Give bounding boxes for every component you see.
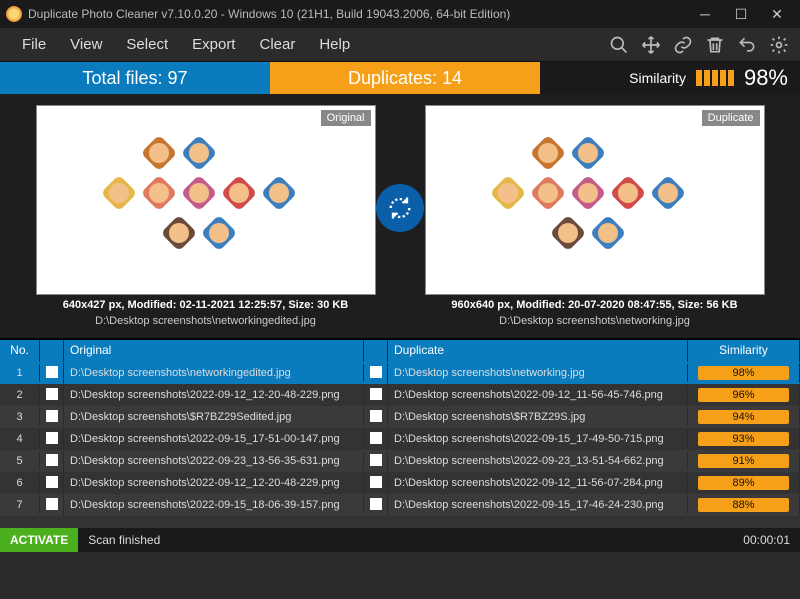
row-check-orig[interactable] bbox=[40, 385, 64, 406]
row-original-path: D:\Desktop screenshots\$R7BZ29Sedited.jp… bbox=[64, 408, 364, 426]
row-check-dup[interactable] bbox=[364, 473, 388, 494]
stat-duplicates: Duplicates: 14 bbox=[270, 62, 540, 94]
col-no[interactable]: No. bbox=[0, 340, 40, 362]
maximize-button[interactable]: ☐ bbox=[724, 3, 758, 25]
row-duplicate-path: D:\Desktop screenshots\2022-09-12_11-56-… bbox=[388, 386, 688, 404]
window-title: Duplicate Photo Cleaner v7.10.0.20 - Win… bbox=[28, 7, 688, 21]
row-similarity: 91% bbox=[688, 451, 800, 471]
row-check-orig[interactable] bbox=[40, 407, 64, 428]
row-duplicate-path: D:\Desktop screenshots\$R7BZ29S.jpg bbox=[388, 408, 688, 426]
undo-icon[interactable] bbox=[736, 34, 758, 56]
app-logo-icon bbox=[6, 6, 22, 22]
move-icon[interactable] bbox=[640, 34, 662, 56]
table-row[interactable]: 6 D:\Desktop screenshots\2022-09-12_12-20… bbox=[0, 472, 800, 494]
trash-icon[interactable] bbox=[704, 34, 726, 56]
elapsed-time: 00:00:01 bbox=[733, 533, 800, 547]
row-check-orig[interactable] bbox=[40, 429, 64, 450]
row-no: 4 bbox=[0, 430, 40, 448]
swap-button[interactable] bbox=[376, 184, 424, 232]
row-check-orig[interactable] bbox=[40, 495, 64, 516]
row-check-dup[interactable] bbox=[364, 495, 388, 516]
row-no: 7 bbox=[0, 496, 40, 514]
table-header: No. Original Duplicate Similarity bbox=[0, 340, 800, 362]
menu-export[interactable]: Export bbox=[180, 36, 247, 53]
row-original-path: D:\Desktop screenshots\2022-09-15_18-06-… bbox=[64, 496, 364, 514]
duplicate-image[interactable]: Duplicate bbox=[425, 105, 765, 295]
row-similarity: 98% bbox=[688, 363, 800, 383]
row-check-dup[interactable] bbox=[364, 363, 388, 384]
table-row[interactable]: 2 D:\Desktop screenshots\2022-09-12_12-20… bbox=[0, 384, 800, 406]
row-similarity: 96% bbox=[688, 385, 800, 405]
stats-bar: Total files: 97 Duplicates: 14 Similarit… bbox=[0, 62, 800, 94]
col-duplicate[interactable]: Duplicate bbox=[388, 340, 688, 362]
row-check-orig[interactable] bbox=[40, 451, 64, 472]
row-similarity: 88% bbox=[688, 495, 800, 515]
menu-view[interactable]: View bbox=[58, 36, 114, 53]
link-icon[interactable] bbox=[672, 34, 694, 56]
row-no: 5 bbox=[0, 452, 40, 470]
row-no: 2 bbox=[0, 386, 40, 404]
original-meta-line2: D:\Desktop screenshots\networkingedited.… bbox=[95, 315, 316, 327]
row-duplicate-path: D:\Desktop screenshots\2022-09-12_11-56-… bbox=[388, 474, 688, 492]
row-similarity: 89% bbox=[688, 473, 800, 493]
stat-similarity: Similarity 98% bbox=[540, 62, 800, 94]
row-no: 3 bbox=[0, 408, 40, 426]
table-row[interactable]: 3 D:\Desktop screenshots\$R7BZ29Sedited.j… bbox=[0, 406, 800, 428]
title-bar: Duplicate Photo Cleaner v7.10.0.20 - Win… bbox=[0, 0, 800, 28]
row-duplicate-path: D:\Desktop screenshots\networking.jpg bbox=[388, 364, 688, 382]
stat-total-files: Total files: 97 bbox=[0, 62, 270, 94]
duplicate-preview: Duplicate 960x640 px, Modified: 20-07-20… bbox=[409, 105, 780, 327]
status-bar: ACTIVATE Scan finished 00:00:01 bbox=[0, 528, 800, 552]
row-duplicate-path: D:\Desktop screenshots\2022-09-15_17-49-… bbox=[388, 430, 688, 448]
original-preview: Original 640x427 px, Modified: 02-11-202… bbox=[20, 105, 391, 327]
table-row[interactable]: 7 D:\Desktop screenshots\2022-09-15_18-06… bbox=[0, 494, 800, 516]
table-row[interactable]: 1 D:\Desktop screenshots\networkingedited… bbox=[0, 362, 800, 384]
menu-select[interactable]: Select bbox=[114, 36, 180, 53]
col-similarity[interactable]: Similarity bbox=[688, 340, 800, 362]
duplicate-meta-line2: D:\Desktop screenshots\networking.jpg bbox=[499, 315, 690, 327]
row-no: 6 bbox=[0, 474, 40, 492]
row-check-dup[interactable] bbox=[364, 451, 388, 472]
duplicate-meta-line1: 960x640 px, Modified: 20-07-2020 08:47:5… bbox=[451, 299, 737, 311]
close-button[interactable]: ✕ bbox=[760, 3, 794, 25]
row-original-path: D:\Desktop screenshots\2022-09-15_17-51-… bbox=[64, 430, 364, 448]
table-row[interactable]: 4 D:\Desktop screenshots\2022-09-15_17-51… bbox=[0, 428, 800, 450]
row-original-path: D:\Desktop screenshots\networkingedited.… bbox=[64, 364, 364, 382]
row-check-dup[interactable] bbox=[364, 429, 388, 450]
gear-icon[interactable] bbox=[768, 34, 790, 56]
col-check-dup[interactable] bbox=[364, 340, 388, 362]
similarity-percent: 98% bbox=[744, 65, 788, 91]
row-check-dup[interactable] bbox=[364, 407, 388, 428]
col-original[interactable]: Original bbox=[64, 340, 364, 362]
preview-zone: Original 640x427 px, Modified: 02-11-202… bbox=[0, 94, 800, 338]
row-original-path: D:\Desktop screenshots\2022-09-12_12-20-… bbox=[64, 386, 364, 404]
similarity-bars-icon bbox=[696, 70, 734, 86]
original-image[interactable]: Original bbox=[36, 105, 376, 295]
results-table: No. Original Duplicate Similarity 1 D:\De… bbox=[0, 338, 800, 528]
minimize-button[interactable]: ─ bbox=[688, 3, 722, 25]
row-original-path: D:\Desktop screenshots\2022-09-23_13-56-… bbox=[64, 452, 364, 470]
row-check-orig[interactable] bbox=[40, 363, 64, 384]
row-original-path: D:\Desktop screenshots\2022-09-12_12-20-… bbox=[64, 474, 364, 492]
row-duplicate-path: D:\Desktop screenshots\2022-09-15_17-46-… bbox=[388, 496, 688, 514]
menu-file[interactable]: File bbox=[10, 36, 58, 53]
row-similarity: 94% bbox=[688, 407, 800, 427]
row-duplicate-path: D:\Desktop screenshots\2022-09-23_13-51-… bbox=[388, 452, 688, 470]
menu-clear[interactable]: Clear bbox=[247, 36, 307, 53]
row-check-orig[interactable] bbox=[40, 473, 64, 494]
menu-bar: File View Select Export Clear Help bbox=[0, 28, 800, 62]
search-icon[interactable] bbox=[608, 34, 630, 56]
col-check-orig[interactable] bbox=[40, 340, 64, 362]
status-text: Scan finished bbox=[78, 533, 733, 547]
activate-button[interactable]: ACTIVATE bbox=[0, 528, 78, 552]
menu-help[interactable]: Help bbox=[307, 36, 362, 53]
original-meta-line1: 640x427 px, Modified: 02-11-2021 12:25:5… bbox=[63, 299, 349, 311]
row-similarity: 93% bbox=[688, 429, 800, 449]
table-row[interactable]: 5 D:\Desktop screenshots\2022-09-23_13-56… bbox=[0, 450, 800, 472]
row-check-dup[interactable] bbox=[364, 385, 388, 406]
row-no: 1 bbox=[0, 364, 40, 382]
